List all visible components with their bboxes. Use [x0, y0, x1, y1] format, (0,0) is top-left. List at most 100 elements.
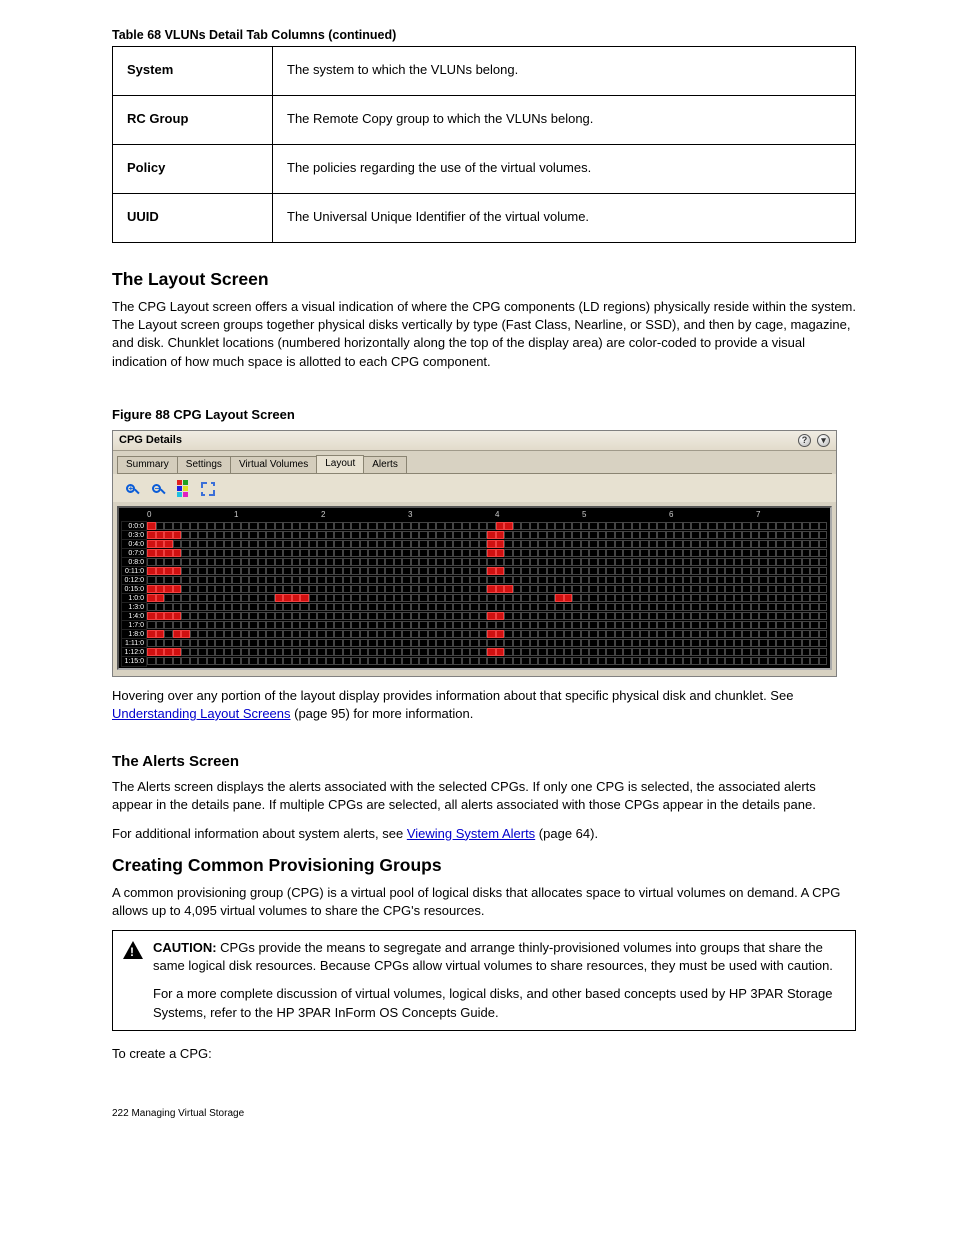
chunklet-cell[interactable] [377, 549, 386, 557]
chunklet-cell[interactable] [793, 576, 802, 584]
chunklet-cell[interactable] [742, 603, 751, 611]
chunklet-cell[interactable] [785, 630, 794, 638]
chunklet-cell[interactable] [232, 576, 241, 584]
chunklet-cell[interactable] [436, 585, 445, 593]
chunklet-cell[interactable] [819, 540, 828, 548]
chunklet-cell[interactable] [326, 648, 335, 656]
chunklet-cell[interactable] [385, 558, 394, 566]
chunklet-cell[interactable] [547, 540, 556, 548]
chunklet-cell[interactable] [691, 648, 700, 656]
chunklet-cell[interactable] [215, 522, 224, 530]
chunklet-cell[interactable] [572, 648, 581, 656]
chunklet-cell[interactable] [504, 576, 513, 584]
chunklet-cell[interactable] [147, 540, 156, 548]
chunklet-cell[interactable] [598, 567, 607, 575]
chunklet-cell[interactable] [207, 576, 216, 584]
chunklet-cell[interactable] [190, 648, 199, 656]
chunklet-cell[interactable] [606, 585, 615, 593]
chunklet-cell[interactable] [708, 549, 717, 557]
chunklet-cell[interactable] [266, 621, 275, 629]
chunklet-cell[interactable] [241, 612, 250, 620]
chunklet-cell[interactable] [802, 657, 811, 665]
chunklet-cell[interactable] [275, 549, 284, 557]
chunklet-cell[interactable] [496, 558, 505, 566]
chunklet-cell[interactable] [436, 576, 445, 584]
chunklet-cell[interactable] [530, 576, 539, 584]
chunklet-cell[interactable] [156, 567, 165, 575]
chunklet-cell[interactable] [708, 522, 717, 530]
chunklet-cell[interactable] [751, 522, 760, 530]
chunklet-cell[interactable] [572, 639, 581, 647]
chunklet-cell[interactable] [181, 612, 190, 620]
chunklet-cell[interactable] [283, 612, 292, 620]
chunklet-cell[interactable] [598, 594, 607, 602]
chunklet-cell[interactable] [368, 603, 377, 611]
chunklet-cell[interactable] [181, 594, 190, 602]
chunklet-cell[interactable] [657, 558, 666, 566]
chunklet-cell[interactable] [615, 603, 624, 611]
chunklet-cell[interactable] [300, 621, 309, 629]
chunklet-cell[interactable] [751, 612, 760, 620]
chunklet-cell[interactable] [513, 585, 522, 593]
chunklet-cell[interactable] [564, 558, 573, 566]
chunklet-cell[interactable] [300, 630, 309, 638]
chunklet-cell[interactable] [181, 630, 190, 638]
chunklet-cell[interactable] [275, 639, 284, 647]
chunklet-cell[interactable] [717, 531, 726, 539]
chunklet-cell[interactable] [445, 567, 454, 575]
chunklet-cell[interactable] [547, 549, 556, 557]
chunklet-cell[interactable] [470, 603, 479, 611]
chunklet-cell[interactable] [742, 531, 751, 539]
chunklet-cell[interactable] [666, 540, 675, 548]
chunklet-cell[interactable] [224, 522, 233, 530]
chunklet-cell[interactable] [708, 603, 717, 611]
chunklet-cell[interactable] [173, 540, 182, 548]
chunklet-cell[interactable] [564, 567, 573, 575]
chunklet-cell[interactable] [657, 567, 666, 575]
chunklet-cell[interactable] [326, 603, 335, 611]
chunklet-cell[interactable] [785, 648, 794, 656]
chunklet-cell[interactable] [810, 603, 819, 611]
chunklet-cell[interactable] [224, 657, 233, 665]
tab-settings[interactable]: Settings [177, 456, 231, 473]
chunklet-cell[interactable] [819, 549, 828, 557]
chunklet-cell[interactable] [700, 639, 709, 647]
chunklet-cell[interactable] [436, 657, 445, 665]
chunklet-cell[interactable] [292, 639, 301, 647]
chunklet-cell[interactable] [207, 603, 216, 611]
chunklet-cell[interactable] [640, 612, 649, 620]
chunklet-cell[interactable] [317, 585, 326, 593]
chunklet-cell[interactable] [496, 549, 505, 557]
chunklet-cell[interactable] [436, 558, 445, 566]
chunklet-cell[interactable] [394, 639, 403, 647]
chunklet-cell[interactable] [436, 540, 445, 548]
chunklet-cell[interactable] [530, 585, 539, 593]
chunklet-cell[interactable] [334, 621, 343, 629]
chunklet-cell[interactable] [606, 648, 615, 656]
chunklet-cell[interactable] [581, 522, 590, 530]
chunklet-cell[interactable] [725, 585, 734, 593]
chunklet-cell[interactable] [207, 531, 216, 539]
chunklet-cell[interactable] [419, 594, 428, 602]
chunklet-cell[interactable] [581, 594, 590, 602]
chunklet-cell[interactable] [351, 621, 360, 629]
chunklet-cell[interactable] [606, 657, 615, 665]
chunklet-cell[interactable] [751, 594, 760, 602]
chunklet-cell[interactable] [402, 549, 411, 557]
chunklet-cell[interactable] [173, 648, 182, 656]
chunklet-cell[interactable] [334, 630, 343, 638]
chunklet-cell[interactable] [411, 621, 420, 629]
chunklet-cell[interactable] [657, 630, 666, 638]
chunklet-cell[interactable] [309, 639, 318, 647]
chunklet-cell[interactable] [249, 639, 258, 647]
chunklet-cell[interactable] [768, 522, 777, 530]
chunklet-cell[interactable] [700, 522, 709, 530]
chunklet-cell[interactable] [538, 558, 547, 566]
chunklet-cell[interactable] [615, 594, 624, 602]
chunklet-cell[interactable] [513, 531, 522, 539]
chunklet-cell[interactable] [334, 603, 343, 611]
chunklet-cell[interactable] [147, 576, 156, 584]
chunklet-cell[interactable] [360, 612, 369, 620]
chunklet-cell[interactable] [249, 558, 258, 566]
chunklet-cell[interactable] [776, 531, 785, 539]
